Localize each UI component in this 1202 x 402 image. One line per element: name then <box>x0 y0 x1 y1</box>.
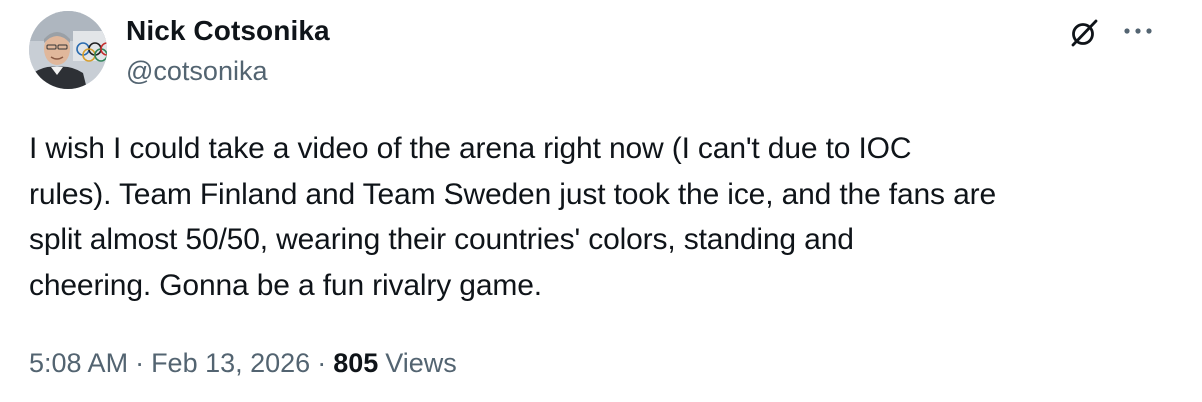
tweet-time[interactable]: 5:08 AM <box>29 346 128 380</box>
tweet-text: I wish I could take a video of the arena… <box>29 132 996 302</box>
tweet-card: Nick Cotsonika @cotsonika I wish I could… <box>0 0 1202 402</box>
meta-separator: · <box>135 348 145 378</box>
views-label: Views <box>385 348 457 378</box>
views-count: 805 <box>333 348 379 378</box>
grok-button[interactable] <box>1064 13 1104 53</box>
more-options-button[interactable] <box>1118 14 1158 48</box>
avatar[interactable] <box>29 11 107 89</box>
author-name[interactable]: Nick Cotsonika <box>126 14 330 48</box>
more-horizontal-icon <box>1124 28 1152 34</box>
grok-icon <box>1071 19 1098 47</box>
tweet-meta: 5:08 AM · Feb 13, 2026 · 805 Views <box>29 346 457 380</box>
tweet-date[interactable]: Feb 13, 2026 <box>151 346 310 380</box>
avatar-image <box>29 11 107 89</box>
author-handle[interactable]: @cotsonika <box>126 55 267 87</box>
meta-separator: · <box>317 348 327 378</box>
